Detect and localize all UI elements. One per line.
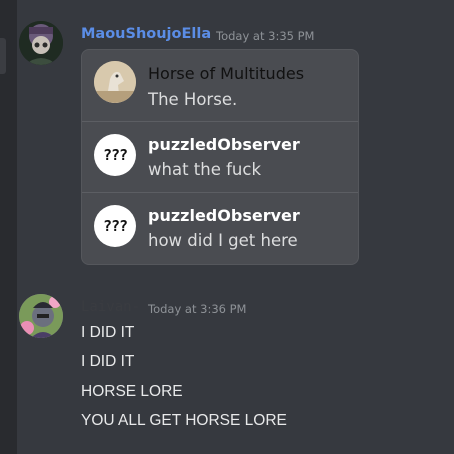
quoted-text: how did I get here <box>148 231 298 250</box>
message-author[interactable]: MaouShoujoElla <box>81 26 211 42</box>
message-timestamp: Today at 3:35 PM <box>216 29 315 43</box>
quoted-text: The Horse. <box>148 90 238 109</box>
message-text: I DID IT <box>81 324 135 341</box>
quoted-text: what the fuck <box>148 160 261 179</box>
left-rail <box>0 0 17 454</box>
message-author[interactable]: Laivan- <box>81 299 140 315</box>
avatar-laivan[interactable] <box>19 294 63 338</box>
question-mark-avatar: ??? <box>94 134 136 176</box>
question-mark-icon: ??? <box>102 146 128 164</box>
quoted-author: puzzledObserver <box>148 135 300 154</box>
quoted-author: puzzledObserver <box>148 206 300 225</box>
message-text: I DID IT <box>81 353 135 370</box>
quoted-message: Horse of Multitudes The Horse. <box>82 50 358 121</box>
message-text: HORSE LORE <box>81 383 183 400</box>
quoted-author: Horse of Multitudes <box>148 64 305 83</box>
message-text: YOU ALL GET HORSE LORE <box>81 412 287 429</box>
avatar-maoushoujoella[interactable] <box>19 21 63 65</box>
question-mark-icon: ??? <box>102 217 128 235</box>
rail-indicator <box>0 38 6 74</box>
message-timestamp: Today at 3:36 PM <box>148 302 247 316</box>
horse-avatar <box>94 61 136 103</box>
quoted-messages-embed: Horse of Multitudes The Horse. ??? puzzl… <box>81 49 359 265</box>
question-mark-avatar: ??? <box>94 205 136 247</box>
quoted-message: ??? puzzledObserver how did I get here <box>82 192 358 264</box>
quoted-message: ??? puzzledObserver what the fuck <box>82 121 358 193</box>
